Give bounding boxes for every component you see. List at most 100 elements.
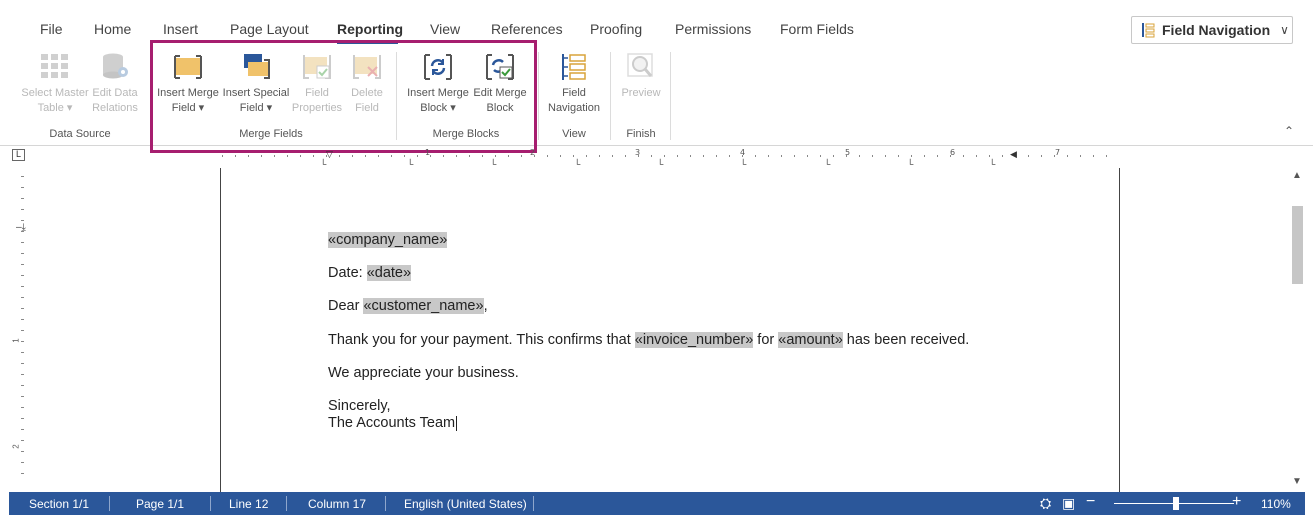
ruler-dot: [612, 155, 613, 157]
doc-paragraph-appreciation[interactable]: We appreciate your business.: [328, 365, 519, 381]
preview-button[interactable]: Preview: [616, 52, 666, 101]
scroll-up-icon[interactable]: ▲: [1292, 170, 1302, 181]
zoom-out-button[interactable]: −: [1086, 493, 1095, 511]
ruler-dot: [261, 155, 262, 157]
tab-view[interactable]: View: [430, 21, 460, 37]
doc-paragraph-date[interactable]: Date: «date»: [328, 265, 412, 281]
merge-field-date[interactable]: «date»: [366, 265, 412, 281]
document-page[interactable]: «company_name» Date: «date» Dear «custom…: [220, 168, 1120, 492]
fit-width-icon[interactable]: ▣: [1062, 495, 1075, 512]
horizontal-ruler[interactable]: 1 2 3 4 5 6 7 └ └ └ └ └ └ └ └ └ ▽ ◀: [220, 146, 1120, 169]
ruler-dot: [573, 155, 574, 157]
doc-text: The Accounts Team: [328, 415, 456, 431]
ruler-dot: [1002, 155, 1003, 157]
ruler-dot: [833, 155, 834, 157]
merge-field-company-name[interactable]: «company_name»: [328, 232, 448, 248]
ruler-dot: [482, 155, 483, 157]
scrollbar-thumb[interactable]: [1292, 206, 1303, 284]
document-canvas[interactable]: «company_name» Date: «date» Dear «custom…: [0, 168, 1290, 492]
ruler-dot: [235, 155, 236, 157]
ruler-dot: [690, 155, 691, 157]
group-separator: [610, 52, 611, 140]
tab-home[interactable]: Home: [94, 21, 131, 37]
group-separator: [670, 52, 671, 140]
zoom-level[interactable]: 110%: [1261, 497, 1291, 511]
chevron-down-icon: ∨: [1280, 23, 1289, 37]
field-navigation-dropdown[interactable]: Field Navigation ∨: [1131, 16, 1293, 44]
edit-data-relations-label-2: Relations: [92, 102, 138, 114]
doc-paragraph-body[interactable]: Thank you for your payment. This confirm…: [328, 332, 969, 348]
merge-field-customer-name[interactable]: «customer_name»: [363, 298, 484, 314]
ruler-number: 4: [740, 148, 746, 157]
doc-paragraph-greeting[interactable]: Dear «customer_name»,: [328, 298, 488, 314]
ruler-dot: [677, 155, 678, 157]
doc-paragraph-signature[interactable]: The Accounts Team: [328, 415, 458, 431]
doc-paragraph-company[interactable]: «company_name»: [328, 232, 448, 248]
status-bar: Section 1/1 Page 1/1 Line 12 Column 17 E…: [9, 492, 1305, 515]
fit-page-icon[interactable]: ⛭: [1040, 495, 1051, 512]
ruler-number: 5: [845, 148, 851, 157]
field-navigation-button[interactable]: Field Navigation: [544, 52, 604, 116]
tab-form-fields[interactable]: Form Fields: [780, 21, 854, 37]
vertical-scrollbar[interactable]: ▲ ▼: [1290, 168, 1305, 492]
ruler-number: 7: [1055, 148, 1061, 157]
zoom-in-button[interactable]: +: [1232, 493, 1241, 511]
tab-permissions[interactable]: Permissions: [675, 21, 751, 37]
ruler-dot: [885, 155, 886, 157]
field-navigation-label-2: Navigation: [548, 102, 600, 114]
ruler-dot: [274, 155, 275, 157]
edit-data-relations-label-1: Edit Data: [92, 87, 138, 99]
zoom-slider-thumb[interactable]: [1173, 497, 1179, 510]
ruler-dot: [625, 155, 626, 157]
annotation-highlight-box: [150, 40, 537, 153]
ruler-dot: [651, 155, 652, 157]
tab-references[interactable]: References: [491, 21, 563, 37]
tab-insert[interactable]: Insert: [163, 21, 198, 37]
status-column: Column 17: [308, 497, 367, 511]
ruler-dot: [664, 155, 665, 157]
right-indent-marker[interactable]: ◀: [1010, 149, 1017, 160]
ruler-dot: [794, 155, 795, 157]
group-label-data-source: Data Source: [49, 128, 111, 140]
ruler-dot: [703, 155, 704, 157]
first-line-indent-marker[interactable]: ▽: [326, 149, 333, 160]
tab-proofing[interactable]: Proofing: [590, 21, 642, 37]
ruler-dot: [937, 155, 938, 157]
doc-paragraph-closing[interactable]: Sincerely,: [328, 398, 391, 414]
text-cursor: [456, 415, 458, 431]
ruler-dot: [820, 155, 821, 157]
select-master-table-label-1: Select Master: [21, 87, 89, 99]
field-navigation-icon: [562, 54, 586, 80]
tab-selector-button[interactable]: L: [12, 149, 25, 161]
ruler-dot: [352, 155, 353, 157]
ruler-number: 1: [425, 148, 431, 157]
merge-field-amount[interactable]: «amount»: [778, 332, 843, 348]
ruler-dot: [911, 155, 912, 157]
ruler-dot: [469, 155, 470, 157]
status-page: Page 1/1: [136, 497, 185, 511]
ruler-dot: [430, 155, 431, 157]
ruler-dot: [456, 155, 457, 157]
ruler-dot: [586, 155, 587, 157]
tab-reporting[interactable]: Reporting: [337, 21, 403, 37]
merge-field-invoice-number[interactable]: «invoice_number»: [634, 332, 754, 348]
ruler-number: 3: [635, 148, 641, 157]
field-navigation-label-1: Field: [562, 87, 586, 99]
doc-text: Sincerely,: [328, 398, 391, 414]
select-master-table-button[interactable]: Select Master Table ▾: [20, 52, 90, 116]
ruler-dot: [976, 155, 977, 157]
ruler-dot: [755, 155, 756, 157]
scroll-down-icon[interactable]: ▼: [1292, 476, 1302, 487]
ruler-dot: [313, 155, 314, 157]
collapse-ribbon-icon[interactable]: ⌃: [1284, 124, 1294, 138]
ruler-dot: [729, 155, 730, 157]
group-separator: [538, 52, 539, 140]
status-separator: [533, 496, 534, 511]
status-section: Section 1/1: [29, 497, 90, 511]
tab-page-layout[interactable]: Page Layout: [230, 21, 309, 37]
select-master-table-label-2: Table ▾: [37, 102, 73, 114]
status-language[interactable]: English (United States): [404, 497, 527, 511]
ruler-dot: [781, 155, 782, 157]
edit-data-relations-button[interactable]: Edit Data Relations: [90, 52, 140, 116]
tab-file[interactable]: File: [40, 21, 63, 37]
